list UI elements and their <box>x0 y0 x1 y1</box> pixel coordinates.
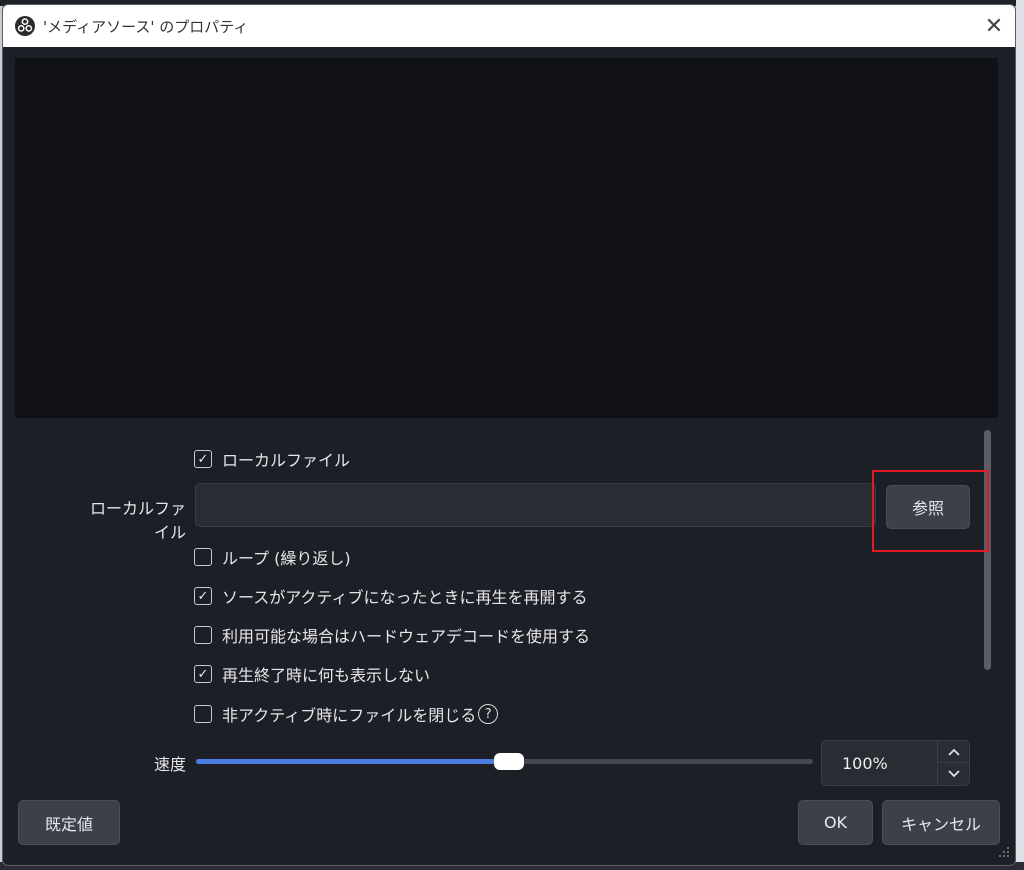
speed-slider-fill <box>196 759 509 764</box>
speed-slider-handle[interactable] <box>493 753 524 770</box>
local-file-label: ローカルファイル <box>89 499 186 542</box>
hardware-decode-label: 利用可能な場合はハードウェアデコードを使用する <box>222 627 591 646</box>
highlight-annotation <box>872 470 989 552</box>
cancel-button[interactable]: キャンセル <box>882 800 1000 845</box>
chevron-down-icon <box>948 770 960 778</box>
checkbox-hardware-decode[interactable] <box>194 626 212 644</box>
loop-label: ループ (繰り返し) <box>222 549 351 568</box>
obs-logo-icon <box>15 16 35 36</box>
close-button[interactable]: ✕ <box>979 11 1009 41</box>
restart-on-activate-label: ソースがアクティブになったときに再生を再開する <box>222 588 588 607</box>
checkmark-icon: ✓ <box>197 666 209 682</box>
defaults-button-label: 既定値 <box>44 814 93 834</box>
cancel-button-label: キャンセル <box>900 814 981 834</box>
title-bar[interactable]: 'メディアソース' のプロパティ ✕ <box>3 5 1015 47</box>
ok-button[interactable]: OK <box>798 800 873 845</box>
checkbox-show-nothing-on-end[interactable]: ✓ <box>194 665 212 683</box>
restart-on-activate-checkbox[interactable]: ✓ ソースがアクティブになったときに再生を再開する <box>194 584 587 608</box>
close-icon: ✕ <box>984 13 1004 39</box>
show-nothing-on-end-checkbox[interactable]: ✓ 再生終了時に何も表示しない <box>194 662 430 686</box>
ok-button-label: OK <box>823 813 848 832</box>
checkmark-icon: ✓ <box>197 451 209 467</box>
background-window-right <box>1016 0 1024 870</box>
source-preview <box>15 58 998 418</box>
spin-buttons <box>937 741 970 785</box>
hardware-decode-checkbox[interactable]: 利用可能な場合はハードウェアデコードを使用する <box>194 623 590 647</box>
local-file-checkbox-label: ローカルファイル <box>222 451 351 470</box>
speed-decrease-button[interactable] <box>938 763 970 785</box>
checkbox-restart-on-activate[interactable]: ✓ <box>194 587 212 605</box>
checkmark-icon: ✓ <box>197 588 209 604</box>
loop-checkbox[interactable]: ループ (繰り返し) <box>194 545 351 569</box>
local-file-input[interactable] <box>195 483 876 527</box>
help-icon[interactable]: ? <box>478 704 499 724</box>
speed-slider[interactable] <box>196 753 813 770</box>
window-title: 'メディアソース' のプロパティ <box>43 18 249 36</box>
show-nothing-on-end-label: 再生終了時に何も表示しない <box>222 666 431 685</box>
chevron-up-icon <box>948 748 960 756</box>
defaults-button[interactable]: 既定値 <box>18 800 120 845</box>
speed-increase-button[interactable] <box>938 741 970 763</box>
checkbox-local-file[interactable]: ✓ <box>194 450 212 468</box>
local-file-checkbox[interactable]: ✓ ローカルファイル <box>194 447 350 471</box>
speed-label: 速度 <box>153 755 186 774</box>
speed-spinbox[interactable]: 100% <box>821 740 970 786</box>
checkbox-close-when-inactive[interactable] <box>194 705 212 723</box>
resize-grip-icon[interactable] <box>998 846 1010 858</box>
close-when-inactive-label: 非アクティブ時にファイルを閉じる <box>222 706 477 725</box>
checkbox-loop[interactable] <box>194 548 212 566</box>
speed-value: 100% <box>842 754 888 773</box>
close-when-inactive-checkbox[interactable]: 非アクティブ時にファイルを閉じる ? <box>194 702 499 726</box>
